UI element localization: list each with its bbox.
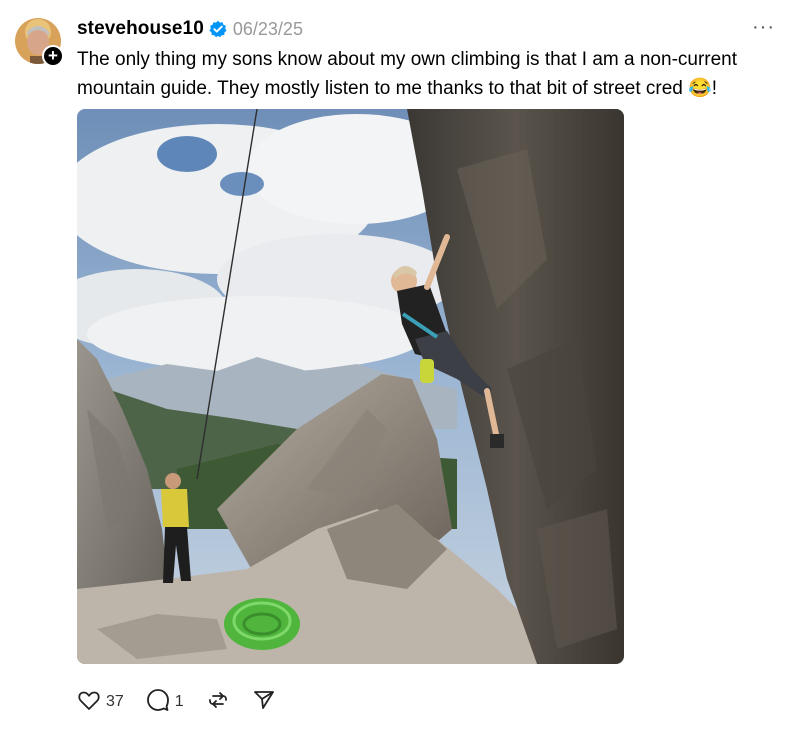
username[interactable]: stevehouse10 (77, 18, 204, 40)
repost-button[interactable] (206, 688, 230, 717)
heart-icon (77, 688, 101, 717)
thread-post: + stevehouse10 06/23/25 ··· The only thi… (0, 0, 800, 729)
avatar-container[interactable]: + (15, 18, 64, 67)
comment-button[interactable]: 1 (146, 688, 184, 717)
share-button[interactable] (252, 688, 276, 717)
verified-badge-icon (209, 20, 227, 38)
post-header: stevehouse10 06/23/25 (77, 17, 303, 41)
post-caption: The only thing my sons know about my own… (77, 49, 738, 99)
send-icon (252, 688, 276, 717)
post-photo[interactable] (77, 109, 624, 664)
comment-bubble-icon (146, 688, 170, 717)
comment-count: 1 (174, 693, 184, 710)
follow-plus-icon[interactable]: + (42, 45, 64, 67)
like-button[interactable]: 37 (77, 688, 124, 717)
like-count: 37 (106, 693, 124, 710)
post-actions: 37 1 (77, 688, 298, 716)
more-options-button[interactable]: ··· (752, 16, 775, 39)
repost-icon (206, 688, 230, 717)
post-date[interactable]: 06/23/25 (233, 19, 303, 40)
